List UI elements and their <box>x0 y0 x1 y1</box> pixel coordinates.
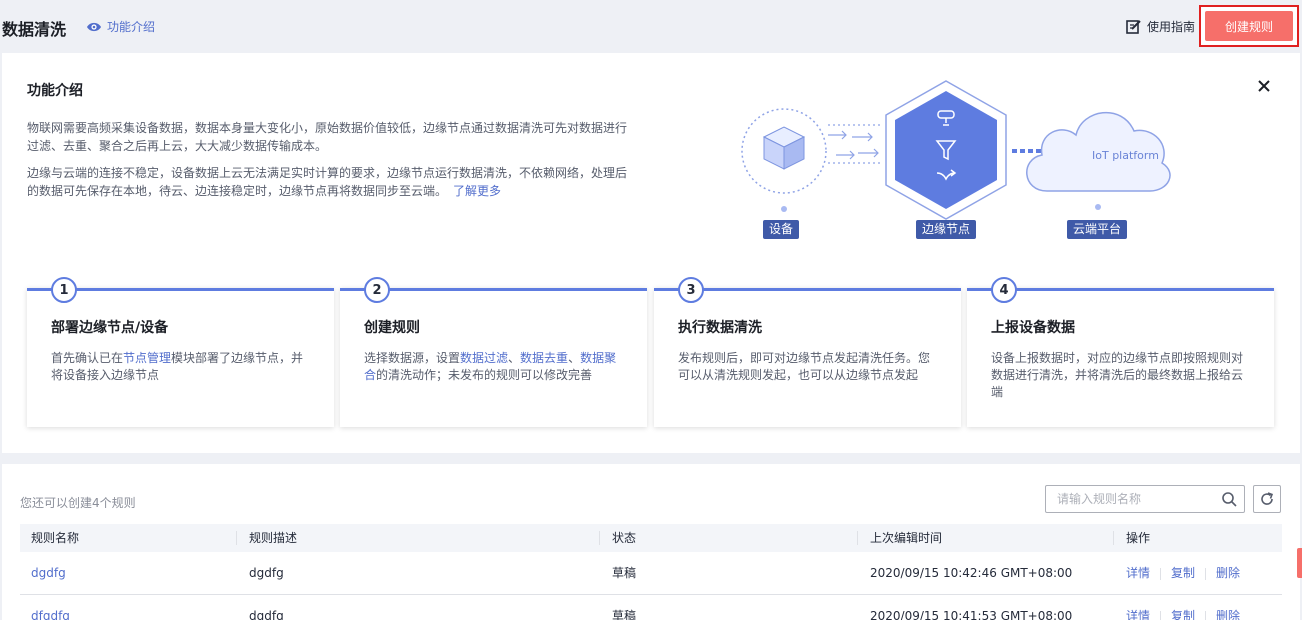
feature-intro-label: 功能介绍 <box>107 20 156 34</box>
rule-edit-time: 2020/09/15 10:42:46 GMT+08:00 <box>870 566 1073 580</box>
page-title: 数据清洗 <box>2 20 67 39</box>
cloud-text: IoT platform <box>1092 149 1159 162</box>
user-guide-link[interactable]: 使用指南 <box>1126 18 1195 35</box>
step-title: 部署边缘节点/设备 <box>51 320 169 336</box>
user-guide-label: 使用指南 <box>1147 20 1196 34</box>
intro-paragraph-2-text: 边缘与云端的连接不稳定，设备数据上云无法满足实时计算的要求，边缘节点运行数据清洗… <box>27 166 628 198</box>
intro-paragraph-1: 物联网需要高频采集设备数据，数据本身量大变化小，原始数据价值较低，边缘节点通过数… <box>27 121 628 153</box>
column-header-name: 规则名称 <box>31 531 80 545</box>
rule-name-link[interactable]: dgdfg <box>31 552 66 595</box>
table-row: dgdfg dgdfg 草稿 2020/09/15 10:42:46 GMT+0… <box>20 552 1282 595</box>
top-bar: 数据清洗 功能介绍 使用指南 创建规则 <box>0 0 1302 52</box>
step-number: 1 <box>51 277 77 303</box>
step-number: 2 <box>364 277 390 303</box>
learn-more-link[interactable]: 了解更多 <box>453 184 501 198</box>
create-rule-label: 创建规则 <box>1205 11 1293 41</box>
step-card-4: 4 上报设备数据 设备上报数据时，对应的边缘节点即按照规则对数据进行清洗，并将清… <box>967 277 1274 427</box>
rule-name-search-input[interactable] <box>1047 487 1215 511</box>
edit-document-icon <box>1126 20 1141 34</box>
feature-intro-panel: 功能介绍 物联网需要高频采集设备数据，数据本身量大变化小，原始数据价值较低，边缘… <box>2 53 1300 453</box>
rule-status: 草稿 <box>612 609 637 620</box>
close-icon[interactable] <box>1255 77 1273 95</box>
table-header: 规则名称 规则描述 状态 上次编辑时间 操作 <box>20 524 1282 552</box>
device-cube-icon <box>762 126 806 170</box>
rule-description: dgdfg <box>249 609 284 620</box>
step-number: 4 <box>991 277 1017 303</box>
step-description: 设备上报数据时，对应的边缘节点即按照规则对数据进行清洗，并将清洗后的最终数据上报… <box>991 351 1244 399</box>
rule-table: 规则名称 规则描述 状态 上次编辑时间 操作 dgdfg dgdfg 草稿 20… <box>20 524 1282 620</box>
step-card-2: 2 创建规则 选择数据源，设置数据过滤、数据去重、数据聚合的清洗动作；未发布的规… <box>340 277 647 427</box>
column-header-edit-time: 上次编辑时间 <box>870 531 943 545</box>
row-actions: 详情 复制 删除 <box>1126 595 1240 620</box>
step-card-1: 1 部署边缘节点/设备 首先确认已在节点管理模块部署了边缘节点，并将设备接入边缘… <box>27 277 334 427</box>
data-dedup-link[interactable]: 数据去重 <box>520 351 568 365</box>
row-actions: 详情 复制 删除 <box>1126 552 1240 595</box>
create-rule-button[interactable]: 创建规则 <box>1199 5 1299 47</box>
step-title: 执行数据清洗 <box>678 320 762 336</box>
column-header-status: 状态 <box>612 531 637 545</box>
node-management-link[interactable]: 节点管理 <box>123 351 171 365</box>
eye-icon <box>87 22 101 31</box>
step-title: 创建规则 <box>364 320 420 336</box>
delete-button[interactable]: 删除 <box>1216 552 1240 595</box>
delete-button[interactable]: 删除 <box>1216 595 1240 620</box>
architecture-diagram: IoT platform 设备 边缘节点 云端平台 <box>732 73 1192 243</box>
step-title: 上报设备数据 <box>991 320 1075 336</box>
step-description: 首先确认已在节点管理模块部署了边缘节点，并将设备接入边缘节点 <box>51 351 304 382</box>
feature-intro-link[interactable]: 功能介绍 <box>86 18 155 35</box>
rule-description: dgdfg <box>249 566 284 580</box>
step-description: 发布规则后，即可对边缘节点发起清洗任务。您可以从清洗规则发起，也可以从边缘节点发… <box>678 351 931 382</box>
column-header-description: 规则描述 <box>249 531 298 545</box>
side-feedback-handle[interactable] <box>1297 548 1302 578</box>
data-filter-link[interactable]: 数据过滤 <box>460 351 508 365</box>
rule-list-panel: 您还可以创建4个规则 规则名称 规则描述 状态 上次编辑时间 操作 dgdfg … <box>2 464 1300 620</box>
rule-status: 草稿 <box>612 566 637 580</box>
search-box <box>1045 485 1245 513</box>
search-icon[interactable] <box>1221 491 1237 507</box>
rule-name-link[interactable]: dfgdfg <box>31 595 70 620</box>
intro-heading: 功能介绍 <box>27 83 83 99</box>
refresh-icon <box>1261 492 1274 505</box>
table-row: dfgdfg dgdfg 草稿 2020/09/15 10:41:53 GMT+… <box>20 595 1282 620</box>
copy-button[interactable]: 复制 <box>1171 552 1195 595</box>
details-button[interactable]: 详情 <box>1126 552 1150 595</box>
rule-quota-text: 您还可以创建4个规则 <box>20 496 136 510</box>
cloud-platform-label: 云端平台 <box>1067 220 1128 239</box>
step-card-3: 3 执行数据清洗 发布规则后，即可对边缘节点发起清洗任务。您可以从清洗规则发起，… <box>654 277 961 427</box>
rule-edit-time: 2020/09/15 10:41:53 GMT+08:00 <box>870 609 1073 620</box>
step-number: 3 <box>678 277 704 303</box>
copy-button[interactable]: 复制 <box>1171 595 1195 620</box>
refresh-button[interactable] <box>1253 485 1281 513</box>
intro-paragraph-2: 边缘与云端的连接不稳定，设备数据上云无法满足实时计算的要求，边缘节点运行数据清洗… <box>27 164 627 200</box>
device-label: 设备 <box>763 220 800 239</box>
step-description: 选择数据源，设置数据过滤、数据去重、数据聚合的清洗动作；未发布的规则可以修改完善 <box>364 351 617 382</box>
flow-arrows <box>828 124 882 164</box>
column-header-actions: 操作 <box>1126 531 1151 545</box>
edge-node-label: 边缘节点 <box>916 220 977 239</box>
details-button[interactable]: 详情 <box>1126 595 1150 620</box>
